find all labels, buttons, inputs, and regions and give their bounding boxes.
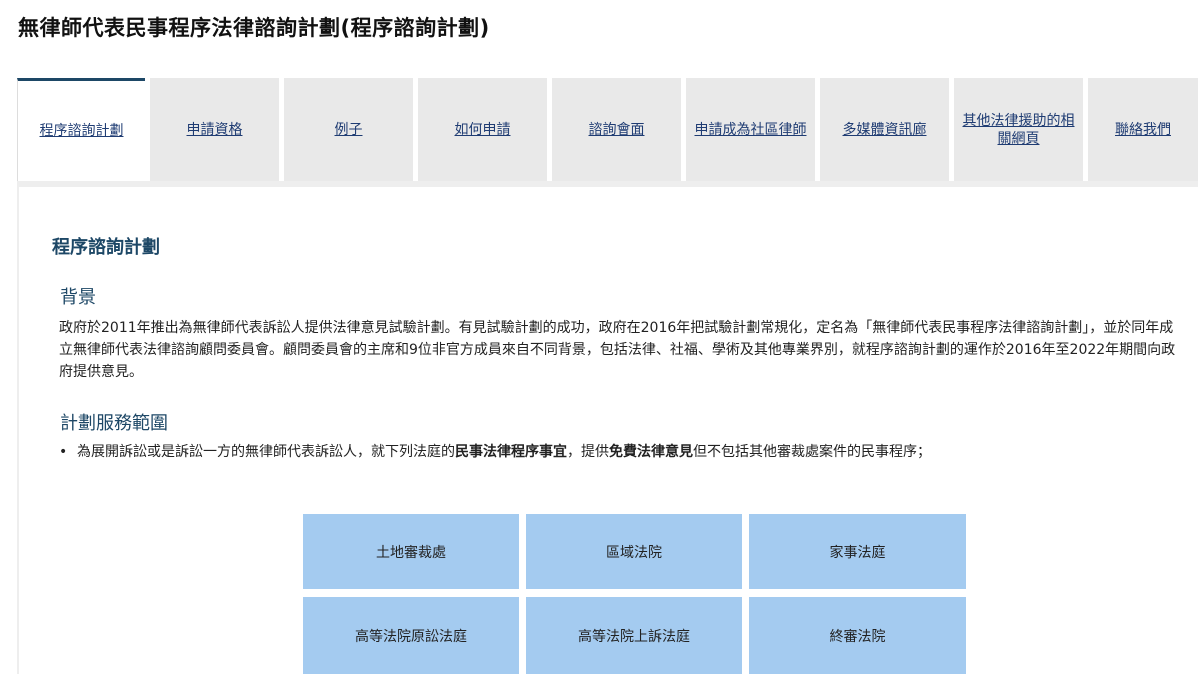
tab-label[interactable]: 申請資格 xyxy=(187,121,243,139)
scope-text-bold: 免費法律意見 xyxy=(609,444,693,460)
tab-examples[interactable]: 例子 xyxy=(284,78,413,181)
court-box-court-of-appeal: 高等法院上訴法庭 xyxy=(526,597,742,674)
tab-label[interactable]: 如何申請 xyxy=(455,121,511,139)
background-paragraph: 政府於2011年推出為無律師代表訴訟人提供法律意見試驗計劃。有見試驗計劃的成功，… xyxy=(59,320,1176,380)
tab-consultation[interactable]: 諮詢會面 xyxy=(552,78,681,181)
court-box-family-court: 家事法庭 xyxy=(749,514,966,589)
court-box-district-court: 區域法院 xyxy=(526,514,742,589)
page-title: 無律師代表民事程序法律諮詢計劃(程序諮詢計劃) xyxy=(18,16,490,40)
scope-list: • 為展開訴訟或是訴訟一方的無律師代表訴訟人，就下列法庭的民事法律程序事宜，提供免… xyxy=(59,441,1184,463)
tab-contact-us[interactable]: 聯絡我們 xyxy=(1088,78,1198,181)
tab-label[interactable]: 聯絡我們 xyxy=(1115,121,1171,139)
scope-text: 但不包括其他審裁處案件的民事程序； xyxy=(693,444,931,460)
tab-how-to-apply[interactable]: 如何申請 xyxy=(418,78,547,181)
tab-community-lawyer[interactable]: 申請成為社區律師 xyxy=(686,78,815,181)
court-box-court-of-first-instance: 高等法院原訟法庭 xyxy=(303,597,519,674)
tab-related-links[interactable]: 其他法律援助的相關網頁 xyxy=(954,78,1083,181)
content-panel: 程序諮詢計劃 背景 政府於2011年推出為無律師代表訴訟人提供法律意見試驗計劃。… xyxy=(17,181,1198,674)
background-heading: 背景 xyxy=(60,287,96,308)
tab-bar: 程序諮詢計劃 申請資格 例子 如何申請 諮詢會面 申請成為社區律師 多媒體資訊廊… xyxy=(17,78,1198,181)
tab-label[interactable]: 多媒體資訊廊 xyxy=(843,121,927,139)
tab-label[interactable]: 程序諮詢計劃 xyxy=(40,122,124,140)
court-box-court-of-final-appeal: 終審法院 xyxy=(749,597,966,674)
scope-text: 為展開訴訟或是訴訟一方的無律師代表訴訟人，就下列法庭的 xyxy=(77,444,455,460)
scope-heading: 計劃服務範圍 xyxy=(60,413,168,434)
tab-label[interactable]: 其他法律援助的相關網頁 xyxy=(956,112,1081,148)
tab-scheme[interactable]: 程序諮詢計劃 xyxy=(17,78,145,181)
scope-text-bold: 民事法律程序事宜 xyxy=(455,444,567,460)
section-heading: 程序諮詢計劃 xyxy=(52,237,160,258)
tab-multimedia[interactable]: 多媒體資訊廊 xyxy=(820,78,949,181)
bullet-icon: • xyxy=(59,444,68,460)
list-item: • 為展開訴訟或是訴訟一方的無律師代表訴訟人，就下列法庭的民事法律程序事宜，提供免… xyxy=(59,441,1184,463)
tab-label[interactable]: 諮詢會面 xyxy=(589,121,645,139)
tab-label[interactable]: 申請成為社區律師 xyxy=(695,121,807,139)
tab-label[interactable]: 例子 xyxy=(335,121,363,139)
scope-text: ，提供 xyxy=(567,444,609,460)
tab-eligibility[interactable]: 申請資格 xyxy=(150,78,279,181)
court-box-lands-tribunal: 土地審裁處 xyxy=(303,514,519,589)
